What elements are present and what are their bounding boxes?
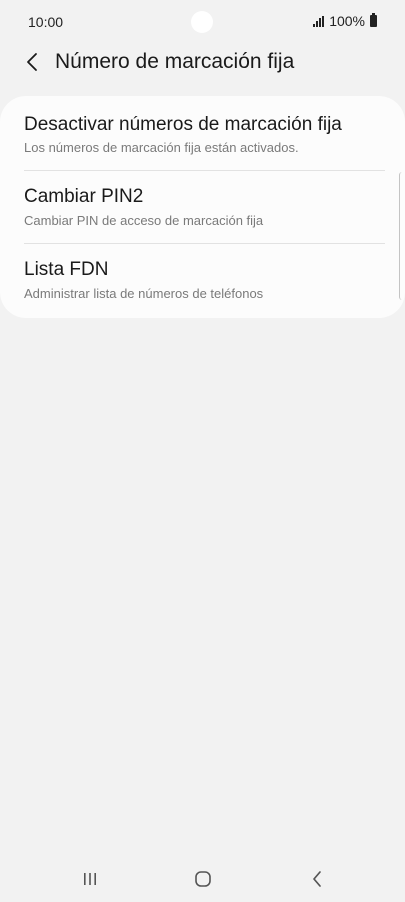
page-title: Número de marcación fija: [55, 50, 295, 73]
battery-percentage: 100%: [329, 13, 365, 29]
chevron-left-icon: [27, 53, 37, 71]
battery-icon: [370, 13, 377, 27]
item-title: Desactivar números de marcación fija: [24, 114, 342, 135]
item-title: Lista FDN: [24, 259, 109, 280]
app-header: Número de marcación fija: [0, 40, 405, 84]
camera-cutout: [191, 11, 213, 33]
item-subtitle: Administrar lista de números de teléfono…: [24, 286, 264, 301]
signal-icon: [313, 15, 325, 27]
nav-back-button[interactable]: [297, 866, 337, 892]
status-bar: 10:00 100%: [0, 0, 405, 40]
item-title: Cambiar PIN2: [24, 186, 144, 207]
item-subtitle: Cambiar PIN de acceso de marcación fija: [24, 213, 264, 228]
navigation-bar: [0, 858, 405, 902]
screen: 10:00 100% Número de marcación fija Desa…: [0, 0, 405, 902]
scrollbar[interactable]: [399, 172, 403, 300]
item-subtitle: Los números de marcación fija están acti…: [24, 140, 299, 155]
back-button[interactable]: [18, 46, 46, 78]
home-button[interactable]: [183, 866, 223, 892]
home-icon: [195, 871, 211, 887]
status-indicators: 100%: [313, 13, 377, 29]
recent-apps-icon: [84, 873, 96, 885]
list-item-disable-fdn[interactable]: Desactivar números de marcación fija Los…: [0, 96, 405, 169]
status-time: 10:00: [28, 14, 64, 30]
list-item-change-pin2[interactable]: Cambiar PIN2 Cambiar PIN de acceso de ma…: [0, 171, 405, 244]
list-item-fdn-list[interactable]: Lista FDN Administrar lista de números d…: [0, 244, 405, 317]
recent-apps-button[interactable]: [70, 866, 110, 892]
settings-card: Desactivar números de marcación fija Los…: [0, 96, 405, 318]
back-icon: [313, 871, 321, 887]
